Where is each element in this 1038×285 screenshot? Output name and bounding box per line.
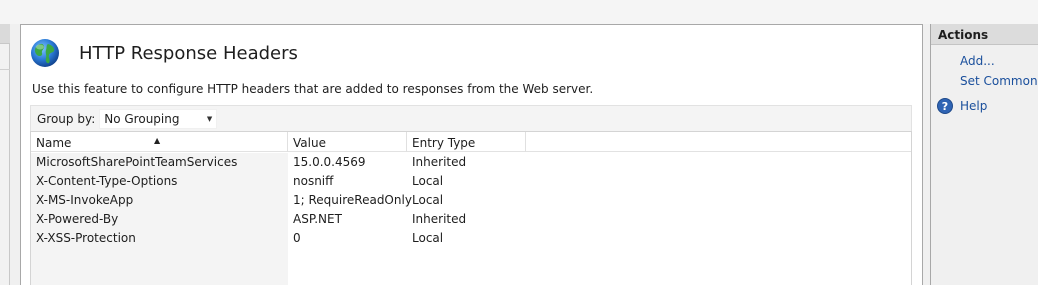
add-action-link[interactable]: Add... [960, 54, 995, 68]
chevron-down-icon: ▼ [206, 114, 213, 123]
help-link[interactable]: Help [960, 99, 987, 113]
list-header: Name ▲ Value Entry Type [31, 132, 911, 152]
title-row: HTTP Response Headers [29, 37, 298, 69]
cell-entry-type: Inherited [412, 155, 467, 169]
cell-entry-type: Local [412, 231, 444, 245]
cell-value: 15.0.0.4569 [293, 155, 366, 169]
cell-name: X-Powered-By [36, 212, 119, 226]
table-row[interactable]: X-Powered-By ASP.NET Inherited [31, 210, 911, 229]
table-row[interactable]: X-MS-InvokeApp 1; RequireReadOnly Local [31, 191, 911, 210]
window-top-strip [0, 0, 1038, 24]
column-header-entry-type-label: Entry Type [412, 136, 476, 150]
cell-entry-type: Inherited [412, 212, 467, 226]
group-by-toolbar: Group by: No Grouping ▼ [30, 105, 912, 131]
feature-description: Use this feature to configure HTTP heade… [32, 82, 594, 96]
connections-pane-header-edge [0, 24, 10, 44]
cell-entry-type: Local [412, 174, 444, 188]
cell-value: 0 [293, 231, 301, 245]
column-header-name-label: Name [36, 136, 72, 150]
table-row[interactable]: X-Content-Type-Options nosniff Local [31, 172, 911, 191]
sort-ascending-icon: ▲ [154, 136, 161, 145]
group-by-selected-value: No Grouping [104, 111, 180, 126]
actions-pane: Actions Add... Set Common H ? Help [930, 24, 1038, 285]
cell-name: MicrosoftSharePointTeamServices [36, 155, 238, 169]
actions-pane-header: Actions [931, 24, 1038, 45]
help-action[interactable]: ? Help [937, 98, 987, 114]
help-icon: ? [937, 98, 953, 114]
cell-entry-type: Local [412, 193, 444, 207]
cell-value: ASP.NET [293, 212, 342, 226]
globe-icon [29, 37, 61, 69]
group-by-label: Group by: [37, 111, 96, 126]
page-title: HTTP Response Headers [79, 42, 298, 64]
cell-name: X-XSS-Protection [36, 231, 136, 245]
table-row[interactable]: X-XSS-Protection 0 Local [31, 229, 911, 248]
cell-value: nosniff [293, 174, 334, 188]
cell-name: X-MS-InvokeApp [36, 193, 134, 207]
set-common-headers-link[interactable]: Set Common H [960, 74, 1038, 88]
connections-pane-divider [0, 69, 10, 70]
headers-list: Name ▲ Value Entry Type MicrosoftSharePo… [30, 131, 912, 285]
column-header-value-label: Value [293, 136, 326, 150]
feature-panel: HTTP Response Headers Use this feature t… [20, 24, 923, 285]
connections-pane-edge [0, 24, 10, 285]
cell-name: X-Content-Type-Options [36, 174, 178, 188]
column-header-value[interactable]: Value [288, 132, 407, 152]
column-header-entry-type[interactable]: Entry Type [407, 132, 526, 152]
cell-value: 1; RequireReadOnly [293, 193, 412, 207]
group-by-dropdown[interactable]: No Grouping ▼ [99, 108, 218, 129]
column-header-name[interactable]: Name ▲ [31, 132, 288, 152]
table-row[interactable]: MicrosoftSharePointTeamServices 15.0.0.4… [31, 153, 911, 172]
